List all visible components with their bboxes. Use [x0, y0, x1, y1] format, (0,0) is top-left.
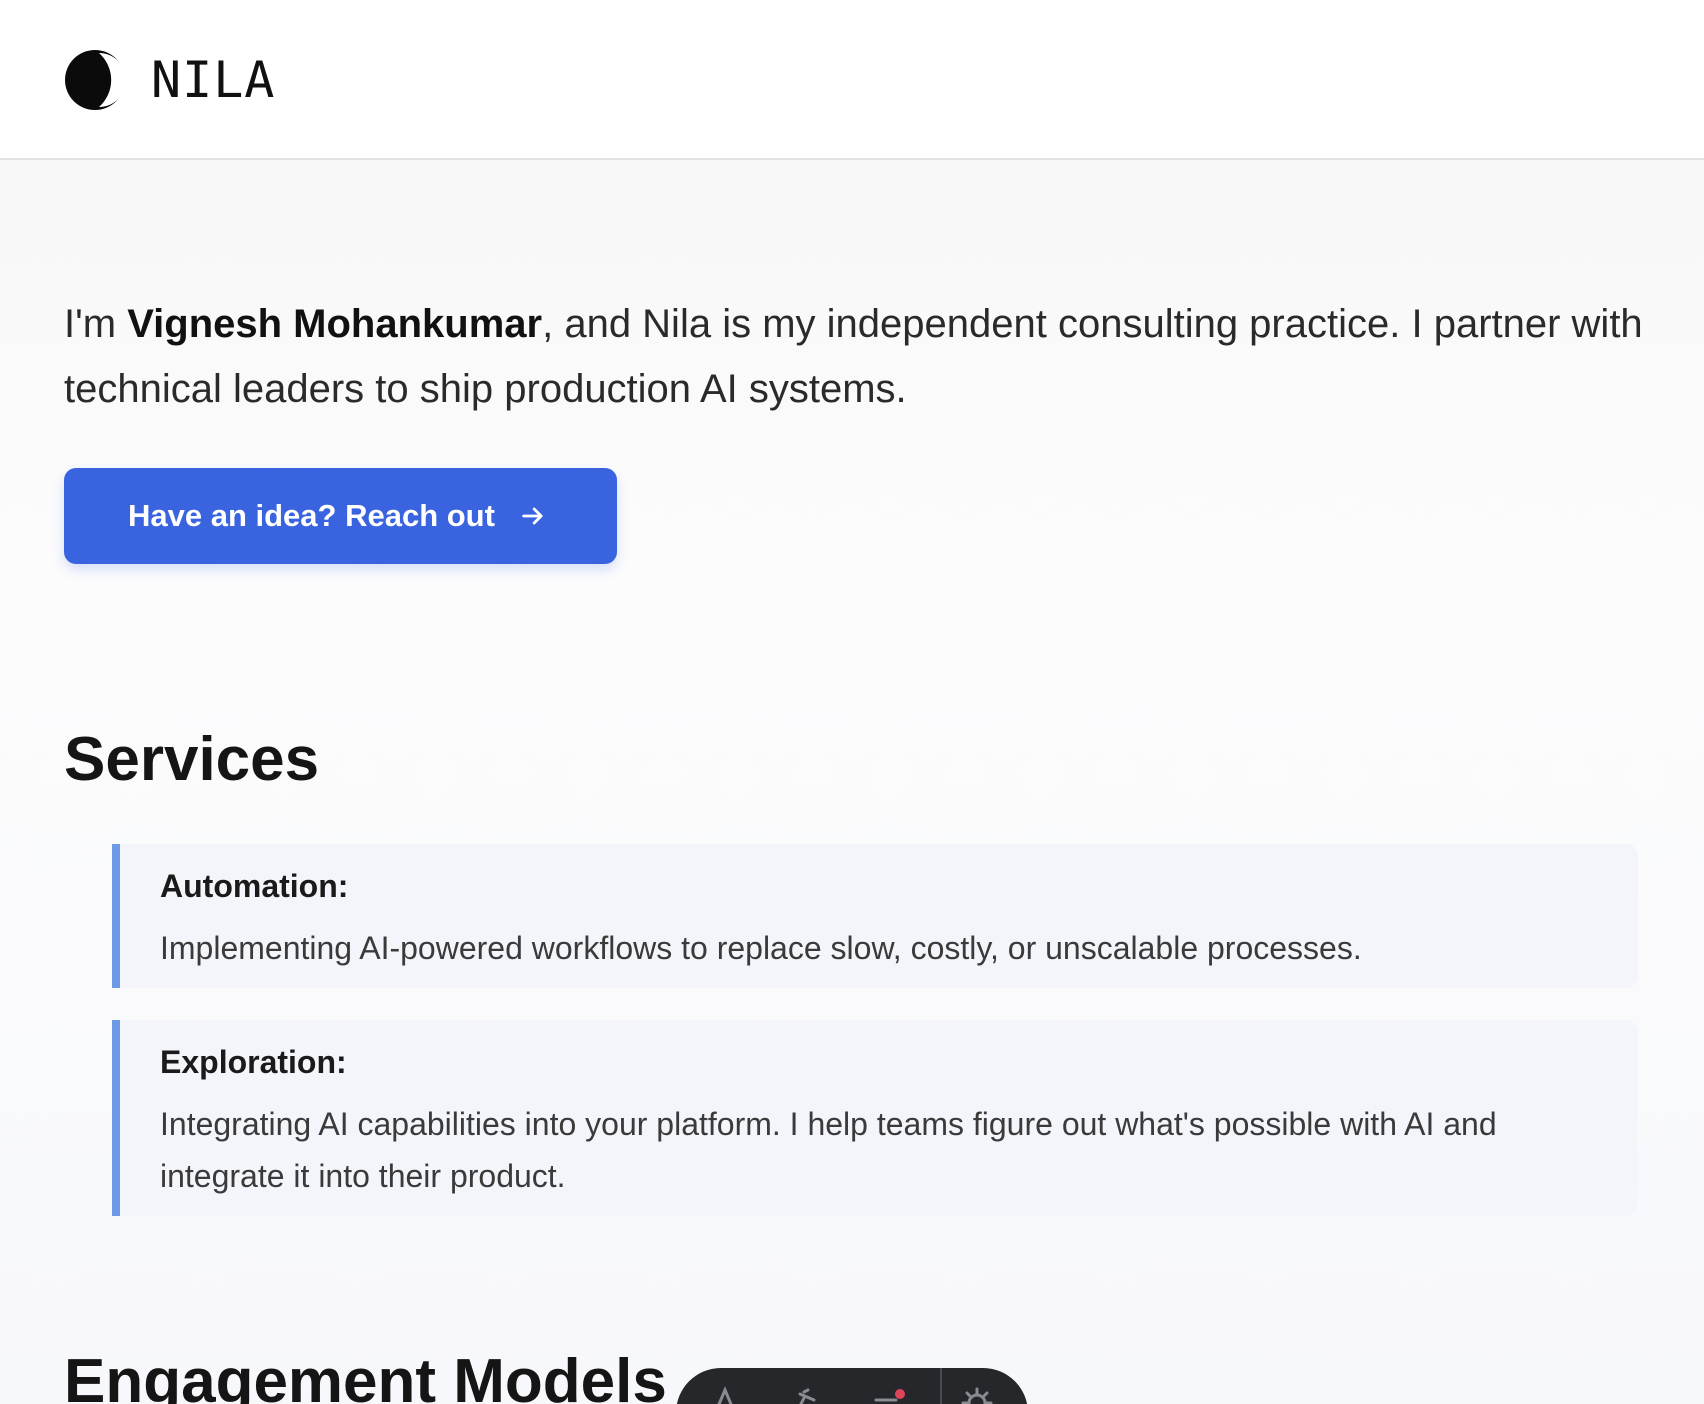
menu-lines-icon[interactable]	[872, 1386, 906, 1404]
toolbar-divider	[940, 1368, 942, 1404]
moon-icon[interactable]	[63, 48, 127, 112]
intro-name: Vignesh Mohankumar	[127, 302, 543, 346]
text-icon[interactable]	[708, 1386, 742, 1404]
intro-prefix: I'm	[64, 302, 128, 346]
gear-icon[interactable]	[960, 1386, 994, 1404]
service-card-automation: Automation: Implementing AI-powered work…	[112, 844, 1638, 988]
brand-name[interactable]: NILA	[151, 50, 275, 110]
reach-out-label: Have an idea? Reach out	[128, 498, 495, 533]
service-card-exploration: Exploration: Integrating AI capabilities…	[112, 1020, 1638, 1216]
service-title: Exploration:	[160, 1044, 347, 1080]
reach-out-button[interactable]: Have an idea? Reach out	[64, 468, 617, 564]
intro-text: I'm Vignesh Mohankumar, and Nila is my i…	[64, 292, 1644, 422]
engagement-models-heading: Engagement Models	[64, 1347, 667, 1404]
services-heading: Services	[64, 725, 320, 794]
notification-dot	[895, 1389, 905, 1399]
service-title: Automation:	[160, 868, 349, 904]
floating-toolbar	[676, 1368, 1028, 1404]
pin-icon[interactable]	[788, 1386, 822, 1404]
site-header: NILA	[0, 0, 1704, 160]
service-description: Integrating AI capabilities into your pl…	[160, 1106, 1497, 1194]
arrow-right-icon	[522, 507, 543, 525]
service-description: Implementing AI-powered workflows to rep…	[160, 930, 1362, 966]
